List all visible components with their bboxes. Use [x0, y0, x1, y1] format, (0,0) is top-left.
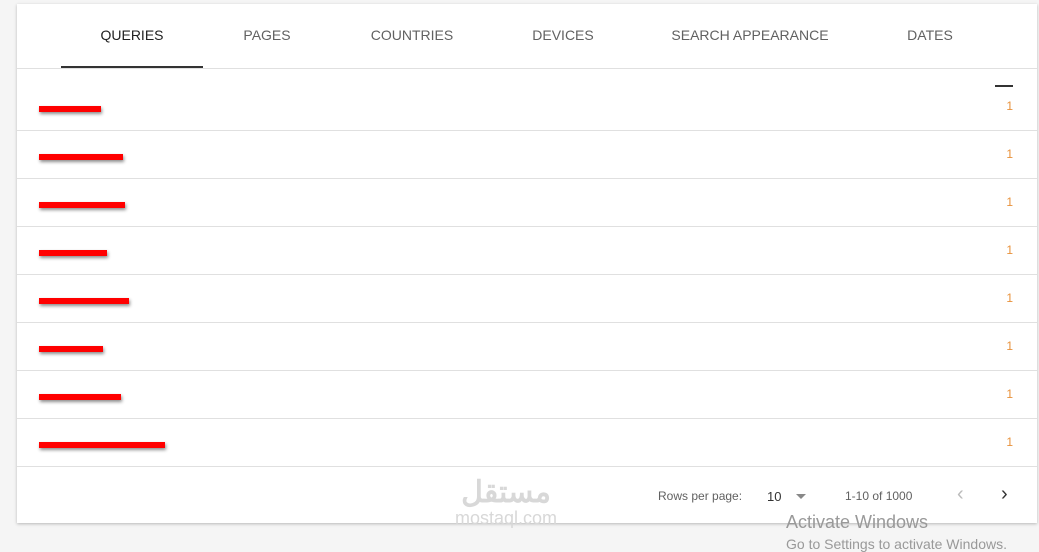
table-row[interactable]: 1 — [17, 82, 1037, 131]
tab-countries[interactable]: COUNTRIES — [357, 4, 467, 68]
table-row[interactable]: 1 — [17, 322, 1037, 371]
table-row[interactable]: 1 — [17, 130, 1037, 179]
redacted-query — [39, 298, 129, 304]
row-value: 1 — [1006, 195, 1013, 209]
redacted-query — [39, 394, 121, 400]
tab-bar: QUERIES PAGES COUNTRIES DEVICES SEARCH A… — [17, 4, 1037, 69]
table-row[interactable]: 1 — [17, 274, 1037, 323]
row-value: 1 — [1006, 147, 1013, 161]
watermark-logo: مستقل mostaql.com — [455, 478, 557, 529]
chevron-left-icon[interactable]: ‹ — [957, 483, 964, 506]
chevron-right-icon[interactable]: › — [1001, 483, 1008, 506]
redacted-query — [39, 154, 123, 160]
watermark-arabic: مستقل — [461, 476, 551, 509]
watermark-latin: mostaql.com — [455, 508, 558, 528]
redacted-query — [39, 250, 107, 256]
row-value: 1 — [1006, 99, 1013, 113]
redacted-query — [39, 202, 125, 208]
tab-pages[interactable]: PAGES — [217, 4, 317, 68]
redacted-query — [39, 442, 165, 448]
page-range: 1-10 of 1000 — [845, 489, 913, 503]
row-value: 1 — [1006, 387, 1013, 401]
redacted-query — [39, 106, 101, 112]
table-row[interactable]: 1 — [17, 178, 1037, 227]
tab-search-appearance[interactable]: SEARCH APPEARANCE — [667, 4, 833, 68]
tab-dates[interactable]: DATES — [887, 4, 973, 68]
row-value: 1 — [1006, 291, 1013, 305]
windows-activation-notice: Activate Windows Go to Settings to activ… — [786, 512, 1007, 552]
tab-queries[interactable]: QUERIES — [61, 4, 203, 68]
rows-per-page-label: Rows per page: — [658, 489, 743, 503]
row-value: 1 — [1006, 435, 1013, 449]
table-row[interactable]: 1 — [17, 418, 1037, 467]
activation-subtitle: Go to Settings to activate Windows. — [786, 536, 1007, 552]
redacted-query — [39, 346, 103, 352]
dropdown-arrow-icon[interactable] — [796, 494, 806, 499]
tab-devices[interactable]: DEVICES — [513, 4, 613, 68]
row-value: 1 — [1006, 243, 1013, 257]
rows-per-page-select[interactable]: 10 — [767, 489, 781, 504]
performance-table-card: QUERIES PAGES COUNTRIES DEVICES SEARCH A… — [17, 4, 1037, 523]
table-row[interactable]: 1 — [17, 370, 1037, 419]
row-value: 1 — [1006, 339, 1013, 353]
activation-title: Activate Windows — [786, 512, 929, 532]
table-row[interactable]: 1 — [17, 226, 1037, 275]
